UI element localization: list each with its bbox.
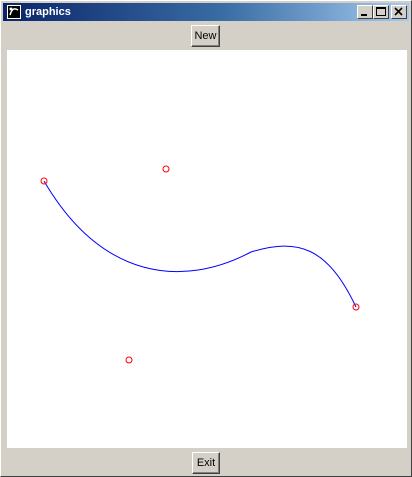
window-title: graphics: [25, 6, 71, 18]
maximize-button[interactable]: [373, 5, 389, 19]
close-button[interactable]: [391, 5, 407, 19]
new-button[interactable]: New: [191, 25, 220, 47]
drawing-canvas[interactable]: [7, 50, 407, 448]
control-point-1[interactable]: [162, 165, 170, 173]
exit-button[interactable]: Exit: [192, 452, 220, 474]
title-bar[interactable]: graphics: [3, 3, 409, 21]
app-window: graphics New Exit: [0, 0, 412, 477]
app-icon: [6, 4, 22, 20]
minimize-button[interactable]: [357, 5, 373, 19]
minimize-icon: [361, 14, 367, 16]
bezier-curve: [43, 180, 357, 308]
maximize-icon: [376, 7, 386, 16]
control-point-2[interactable]: [125, 356, 133, 364]
close-icon: [394, 7, 403, 16]
